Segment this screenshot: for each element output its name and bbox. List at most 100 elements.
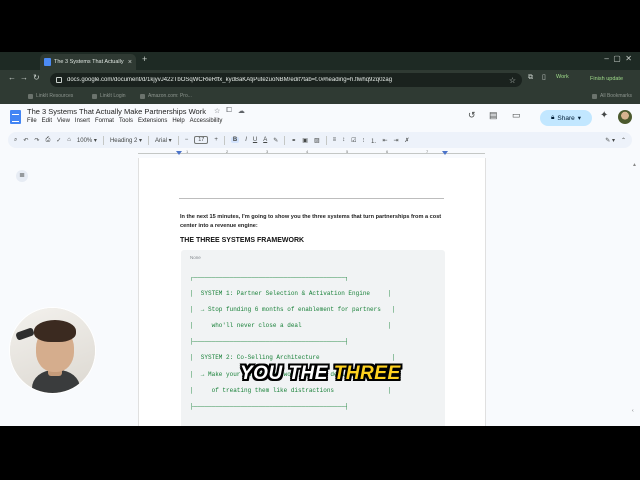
search-menus-icon[interactable]: ⌕ <box>14 137 17 144</box>
increase-indent-icon[interactable]: ⇥ <box>394 137 399 144</box>
version-history-icon[interactable]: ↺ <box>468 111 476 120</box>
docs-logo-icon[interactable] <box>10 110 21 124</box>
menu-insert[interactable]: Insert <box>75 118 90 124</box>
document-title[interactable]: The 3 Systems That Actually Make Partner… <box>27 107 206 116</box>
bookmark-item[interactable]: LinkIt Login <box>92 93 126 99</box>
underline-button[interactable]: U <box>253 137 257 143</box>
gemini-icon[interactable]: ✦ <box>600 111 608 121</box>
indent-marker-icon[interactable] <box>176 151 182 155</box>
decrease-font-icon[interactable]: − <box>185 137 189 143</box>
browser-tab[interactable]: The 3 Systems That Actually × <box>40 54 136 70</box>
window-controls-icon[interactable]: – ▢ ✕ <box>604 55 632 63</box>
code-line: │ who'll never close a deal │ <box>190 322 392 330</box>
highlight-icon[interactable]: ✎ <box>273 137 278 144</box>
code-language-label[interactable]: None <box>190 255 201 260</box>
menu-tools[interactable]: Tools <box>119 118 133 124</box>
meet-icon[interactable]: ▭ <box>512 111 521 120</box>
cloud-status-icon[interactable]: ☁ <box>238 107 245 115</box>
zoom-value: 100% <box>76 137 93 144</box>
spellcheck-icon[interactable]: ✓ <box>56 137 61 144</box>
undo-icon[interactable]: ↶ <box>23 137 28 144</box>
align-icon[interactable]: ≡ <box>333 137 337 143</box>
document-page[interactable]: In the next 15 minutes, I'm going to sho… <box>138 158 486 426</box>
move-folder-icon[interactable]: ⧠ <box>226 107 232 115</box>
text-color-button[interactable]: A <box>263 137 267 143</box>
code-content[interactable]: ┌───────────────────────────────────────… <box>190 270 440 415</box>
bookmark-star-icon[interactable]: ☆ <box>509 76 516 85</box>
redo-icon[interactable]: ↷ <box>34 137 39 144</box>
increase-font-icon[interactable]: + <box>214 137 218 143</box>
scroll-up-icon[interactable]: ▲ <box>632 162 637 168</box>
code-line: ┌───────────────────────────────────────… <box>190 274 349 281</box>
menu-help[interactable]: Help <box>172 118 184 124</box>
comments-icon[interactable]: ▤ <box>489 111 498 120</box>
font-select[interactable]: Arial ▾ <box>155 137 172 144</box>
add-comment-icon[interactable]: ▣ <box>302 137 308 144</box>
paint-format-icon[interactable]: ⌂ <box>67 137 71 143</box>
back-icon[interactable]: ← <box>8 74 16 82</box>
collapse-toolbar-icon[interactable]: ⌃ <box>621 137 626 144</box>
profile-chip[interactable]: Work <box>556 74 569 80</box>
menu-extensions[interactable]: Extensions <box>138 118 167 124</box>
bookmark-label: LinkIt Login <box>100 93 126 99</box>
forward-icon[interactable]: → <box>20 74 28 82</box>
insert-image-icon[interactable]: ▨ <box>314 137 320 144</box>
presenter-hair <box>34 320 76 342</box>
finish-update-button[interactable]: Finish update <box>586 73 627 85</box>
font-size-input[interactable]: 17 <box>194 136 209 144</box>
star-icon[interactable]: ☆ <box>214 107 220 115</box>
section-heading[interactable]: THE THREE SYSTEMS FRAMEWORK <box>180 237 304 244</box>
document-outline-icon[interactable]: ≣ <box>16 170 28 182</box>
ruler-number: 2 <box>226 149 229 154</box>
bookmark-label: LinkIt Resources <box>36 93 74 99</box>
checklist-icon[interactable]: ☑ <box>351 137 356 144</box>
code-line: │ → Stop funding 6 months of enablement … <box>190 306 396 314</box>
ruler-line <box>138 153 485 154</box>
code-line: │ SYSTEM 1: Partner Selection & Activati… <box>190 290 392 298</box>
reload-icon[interactable]: ↻ <box>33 74 40 82</box>
code-block[interactable]: None ┌──────────────────────────────────… <box>181 250 445 426</box>
menu-file[interactable]: File <box>27 118 37 124</box>
menu-edit[interactable]: Edit <box>42 118 52 124</box>
scroll-down-icon[interactable]: ‹ <box>632 408 634 414</box>
toolbar-divider <box>148 135 149 145</box>
address-bar[interactable]: docs.google.com/document/d/1kjyvJ422TbOS… <box>50 73 522 87</box>
style-select[interactable]: Heading 2 ▾ <box>110 137 142 144</box>
decrease-indent-icon[interactable]: ⇤ <box>382 137 387 144</box>
lock-icon: 🔒︎ <box>550 114 555 121</box>
all-bookmarks[interactable]: All Bookmarks <box>592 93 632 99</box>
menu-format[interactable]: Format <box>95 118 114 124</box>
all-bookmarks-label: All Bookmarks <box>600 93 632 99</box>
italic-button[interactable]: I <box>245 137 247 143</box>
bookmark-item[interactable]: Amazon.com: Pro... <box>140 93 192 99</box>
new-tab-icon[interactable]: + <box>142 55 147 64</box>
bold-button[interactable]: B <box>230 137 240 143</box>
editing-mode-icon[interactable]: ✎ ▾ <box>605 137 615 144</box>
webcam-overlay <box>9 307 96 394</box>
code-line: ├───────────────────────────────────────… <box>190 402 349 410</box>
account-avatar[interactable] <box>618 110 632 124</box>
caption-highlight-word: THREE <box>333 363 401 384</box>
bookmark-item[interactable]: LinkIt Resources <box>28 93 73 99</box>
link-icon[interactable]: ⚭ <box>291 137 296 144</box>
menu-accessibility[interactable]: Accessibility <box>190 118 223 124</box>
toolbar-divider <box>223 135 225 145</box>
share-button[interactable]: 🔒︎ Share ▾ <box>540 110 592 126</box>
url-text[interactable]: docs.google.com/document/d/1kjyvJ422TbOS… <box>67 77 504 83</box>
menu-view[interactable]: View <box>57 118 70 124</box>
code-line: ├───────────────────────────────────────… <box>190 338 349 346</box>
ruler[interactable]: 1 2 3 4 5 6 7 <box>138 149 485 158</box>
ruler-number: 1 <box>186 149 189 154</box>
extensions-icon[interactable]: ⧉ <box>528 74 533 81</box>
tab-close-icon[interactable]: × <box>128 59 132 66</box>
sidepanel-icon[interactable]: ▯ <box>542 74 546 81</box>
right-indent-marker-icon[interactable] <box>442 151 448 155</box>
bulleted-list-icon[interactable]: ⁝ <box>363 137 365 144</box>
zoom-select[interactable]: 100% ▾ <box>77 137 97 144</box>
numbered-list-icon[interactable]: ⒈ <box>370 136 376 145</box>
intro-paragraph[interactable]: In the next 15 minutes, I'm going to sho… <box>180 213 450 230</box>
line-spacing-icon[interactable]: ↕ <box>342 137 345 143</box>
clear-formatting-icon[interactable]: ✗ <box>405 137 410 144</box>
site-info-icon[interactable] <box>56 77 62 83</box>
print-icon[interactable]: ⎙ <box>45 137 50 144</box>
